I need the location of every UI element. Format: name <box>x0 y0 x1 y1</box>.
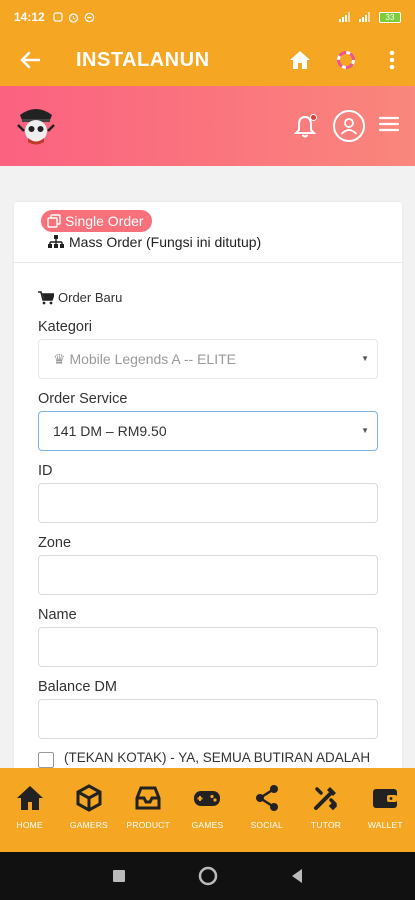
notification-dot <box>310 114 317 121</box>
zone-input[interactable] <box>38 555 378 595</box>
home-button[interactable] <box>277 34 323 86</box>
signal-icon <box>359 12 370 22</box>
name-input[interactable] <box>38 627 378 667</box>
app-title: INSTALANUN <box>76 48 210 71</box>
zone-label: Zone <box>38 535 72 551</box>
app-bar-actions <box>277 34 415 86</box>
chevron-down-icon: ▼ <box>361 354 369 363</box>
app-bar: INSTALANUN <box>0 34 415 86</box>
nav-product[interactable]: PRODUCT <box>119 768 178 852</box>
balance-label: Balance DM <box>38 679 117 695</box>
service-label: Order Service <box>38 391 128 407</box>
nav-gamers-label: GAMERS <box>69 820 108 830</box>
inbox-icon <box>135 786 161 810</box>
notification-icon <box>53 12 63 22</box>
chevron-down-icon: ▼ <box>361 426 369 435</box>
profile-button[interactable] <box>333 110 365 142</box>
battery-icon: 33 <box>379 11 401 23</box>
header-icons <box>291 110 400 142</box>
tools-icon <box>314 787 338 811</box>
overflow-menu-button[interactable] <box>369 34 415 86</box>
confirm-row: (TEKAN KOTAK) - YA, SEMUA BUTIRAN ADALAH <box>38 750 370 768</box>
mass-order-tab[interactable]: Mass Order (Fungsi ini ditutup) <box>48 234 261 250</box>
nav-wallet-label: WALLET <box>367 820 403 830</box>
unity-icon <box>76 784 102 812</box>
confirm-checkbox[interactable] <box>38 752 54 768</box>
status-icons <box>53 12 95 23</box>
nav-home-label: HOME <box>16 820 43 830</box>
site-header <box>0 86 415 166</box>
status-bar: 14:12 33 <box>0 0 415 34</box>
status-right: 33 <box>339 11 401 23</box>
nav-social[interactable]: SOCIAL <box>237 768 296 852</box>
copy-icon <box>47 214 61 228</box>
nav-tutor-label: TUTOR <box>310 820 342 830</box>
kategori-label: Kategori <box>38 319 93 335</box>
lifebuoy-icon <box>337 51 355 69</box>
order-service-select[interactable]: 141 DM – RM9.50 ▼ <box>38 411 378 451</box>
confirm-text: (TEKAN KOTAK) - YA, SEMUA BUTIRAN ADALAH <box>64 750 371 765</box>
lifebuoy-button[interactable] <box>323 34 369 86</box>
signal-icon <box>339 12 350 22</box>
single-order-tab[interactable]: Single Order <box>41 210 152 232</box>
menu-icon <box>378 116 400 131</box>
nav-product-label: PRODUCT <box>126 820 170 830</box>
cart-icon <box>38 290 54 304</box>
nav-wallet[interactable]: WALLET <box>356 768 415 852</box>
order-card: Single Order Mass Order (Fungsi ini ditu… <box>14 202 402 768</box>
mass-order-label: Mass Order (Fungsi ini ditutup) <box>69 234 262 250</box>
nav-home[interactable]: HOME <box>0 768 59 852</box>
back-nav-button[interactable] <box>290 868 304 884</box>
arrow-left-icon <box>20 51 40 69</box>
single-order-label: Single Order <box>65 213 144 229</box>
kategori-select[interactable]: ♛ Mobile Legends A -- ELITE ▼ <box>38 339 378 379</box>
status-time: 14:12 <box>14 10 45 24</box>
home-icon <box>16 786 43 810</box>
card-divider <box>14 262 402 263</box>
id-label: ID <box>38 463 53 479</box>
section-title: Order Baru <box>38 290 122 305</box>
more-vertical-icon <box>389 50 395 70</box>
main-content: Single Order Mass Order (Fungsi ini ditu… <box>0 166 415 768</box>
pirate-logo[interactable] <box>16 105 56 147</box>
nav-games-label: GAMES <box>191 820 224 830</box>
hamburger-menu-button[interactable] <box>378 116 400 137</box>
order-service-value: 141 DM – RM9.50 <box>53 423 167 439</box>
nav-social-label: SOCIAL <box>250 820 283 830</box>
share-icon <box>255 785 278 811</box>
user-icon <box>340 118 358 135</box>
wallet-icon <box>373 789 398 808</box>
back-button[interactable] <box>0 34 60 86</box>
nav-games[interactable]: GAMES <box>178 768 237 852</box>
gamepad-icon <box>194 791 221 806</box>
name-label: Name <box>38 607 77 623</box>
id-input[interactable] <box>38 483 378 523</box>
sync-icon <box>84 12 95 22</box>
notifications-button[interactable] <box>291 112 319 140</box>
kategori-value: ♛ Mobile Legends A -- ELITE <box>53 350 236 367</box>
system-nav-bar <box>0 852 415 900</box>
alarm-icon <box>68 12 78 23</box>
sitemap-icon <box>48 235 64 248</box>
recents-button[interactable] <box>112 869 126 883</box>
home-nav-button[interactable] <box>198 866 218 886</box>
nav-tutor[interactable]: TUTOR <box>296 768 355 852</box>
home-icon <box>290 51 310 69</box>
section-title-label: Order Baru <box>58 290 123 305</box>
balance-input[interactable] <box>38 699 378 739</box>
nav-gamers[interactable]: GAMERS <box>59 768 118 852</box>
bottom-nav: HOME GAMERS PRODUCT GAMES SOCIAL TUTOR W… <box>0 768 415 852</box>
